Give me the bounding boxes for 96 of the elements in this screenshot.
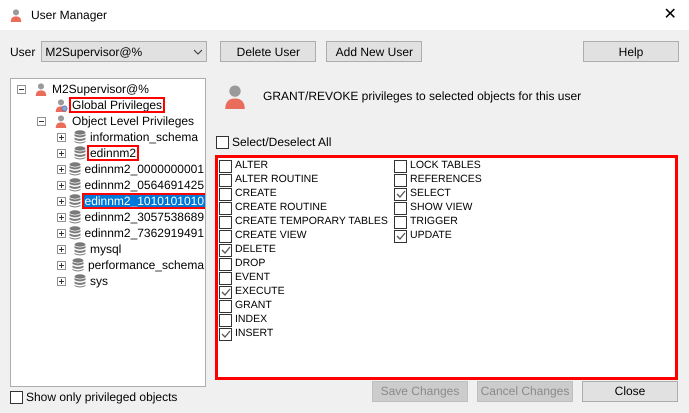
expand-toggle[interactable]	[57, 180, 66, 190]
tree-item[interactable]: edinnm2_0000000001	[84, 163, 205, 175]
privilege-label: EVENT	[235, 270, 270, 286]
checkbox-label: Show only privileged objects	[26, 389, 178, 406]
tree-item[interactable]: M2Supervisor@%	[51, 83, 150, 95]
checkbox[interactable]	[219, 174, 232, 186]
expand-toggle[interactable]	[57, 244, 66, 254]
tree-item[interactable]: sys	[89, 275, 109, 287]
user-icon	[9, 8, 23, 22]
button[interactable]: Delete User	[220, 41, 316, 62]
user-dropdown[interactable]: M2Supervisor@%	[41, 41, 208, 62]
check-icon	[396, 190, 406, 198]
privilege-label: CREATE ROUTINE	[235, 200, 327, 216]
checkbox[interactable]	[219, 272, 232, 284]
checkbox-label: Select/Deselect All	[232, 134, 332, 151]
collapse-toggle[interactable]	[17, 84, 26, 94]
tree-item[interactable]: Global Privileges	[71, 99, 164, 111]
check-icon	[396, 232, 406, 240]
expand-toggle[interactable]	[57, 260, 66, 270]
tree-item[interactable]: edinnm2_7362919491	[84, 227, 205, 239]
button[interactable]: Close	[582, 380, 678, 402]
privilege-label: SHOW VIEW	[410, 200, 472, 216]
checkbox[interactable]	[219, 160, 232, 172]
check-icon	[220, 288, 230, 296]
expand-toggle[interactable]	[57, 276, 66, 286]
checkbox[interactable]	[219, 286, 232, 298]
privilege-label: LOCK TABLES	[410, 158, 481, 174]
checkbox[interactable]	[219, 188, 232, 200]
checkbox[interactable]	[394, 202, 407, 214]
expand-toggle[interactable]	[57, 164, 66, 174]
privilege-label: DELETE	[235, 242, 276, 258]
privilege-label: UPDATE	[410, 228, 452, 244]
expand-toggle[interactable]	[57, 228, 66, 238]
checkbox[interactable]	[219, 314, 232, 326]
checkbox[interactable]	[394, 188, 407, 200]
checkbox[interactable]	[10, 390, 23, 404]
tree-item[interactable]: edinnm2_1010101010	[84, 195, 205, 207]
privilege-label: GRANT	[235, 298, 272, 314]
tree-item[interactable]: information_schema	[89, 131, 200, 143]
tree-item[interactable]: edinnm2_3057538689	[84, 211, 205, 223]
privilege-label: ALTER	[235, 158, 268, 174]
button[interactable]: Help	[583, 41, 679, 62]
privilege-label: REFERENCES	[410, 172, 482, 188]
button[interactable]: Add New User	[326, 41, 422, 62]
tree-item[interactable]: Object Level Privileges	[71, 115, 196, 127]
checkbox[interactable]	[219, 244, 232, 256]
privilege-label: CREATE	[235, 186, 277, 202]
checkbox[interactable]	[219, 258, 232, 270]
expand-toggle[interactable]	[57, 132, 66, 142]
checkbox[interactable]	[394, 230, 407, 242]
expand-toggle[interactable]	[57, 148, 66, 158]
privilege-label: SELECT	[410, 186, 451, 202]
checkbox[interactable]	[216, 136, 229, 148]
checkbox[interactable]	[219, 300, 232, 312]
user-icon	[34, 82, 48, 96]
database-icon	[68, 162, 81, 176]
database-icon	[74, 274, 86, 288]
database-icon	[74, 146, 86, 160]
collapse-toggle[interactable]	[37, 116, 46, 126]
expand-toggle[interactable]	[57, 212, 66, 222]
user-globe-icon	[54, 98, 68, 112]
checkbox[interactable]	[219, 216, 232, 228]
header-text: GRANT/REVOKE privileges to selected objects for this user	[263, 88, 582, 105]
check-icon	[220, 330, 230, 338]
privilege-label: EXECUTE	[235, 284, 285, 300]
database-icon	[68, 194, 81, 208]
expand-toggle[interactable]	[57, 196, 66, 206]
user-label: User	[10, 44, 36, 60]
privilege-label: INDEX	[235, 312, 268, 328]
database-icon	[68, 226, 81, 240]
checkbox[interactable]	[394, 174, 407, 186]
checkbox[interactable]	[219, 230, 232, 242]
tree-item[interactable]: edinnm2	[89, 147, 138, 159]
database-icon	[74, 130, 86, 144]
checkbox[interactable]	[394, 216, 407, 228]
checkbox[interactable]	[219, 202, 232, 214]
privilege-label: CREATE TEMPORARY TABLES	[235, 214, 388, 230]
database-icon	[72, 258, 84, 272]
window-title: User Manager	[31, 7, 108, 24]
privilege-label: CREATE VIEW	[235, 228, 307, 244]
tree-item[interactable]: edinnm2_0564691425	[84, 179, 205, 191]
privilege-label: DROP	[235, 256, 266, 272]
checkbox[interactable]	[394, 160, 407, 172]
database-icon	[74, 242, 86, 256]
chevron-down-icon	[193, 48, 204, 54]
privilege-label: INSERT	[235, 326, 274, 342]
checkbox[interactable]	[219, 328, 232, 340]
database-icon	[68, 210, 81, 224]
user-icon	[54, 114, 68, 128]
tree-item[interactable]: performance_schema	[86, 259, 205, 271]
privilege-label: ALTER ROUTINE	[235, 172, 318, 188]
database-icon	[68, 178, 81, 192]
privilege-label: TRIGGER	[410, 214, 458, 230]
tree-item[interactable]: mysql	[89, 243, 122, 255]
close-button[interactable]: ✕	[660, 7, 680, 23]
check-icon	[220, 246, 230, 254]
